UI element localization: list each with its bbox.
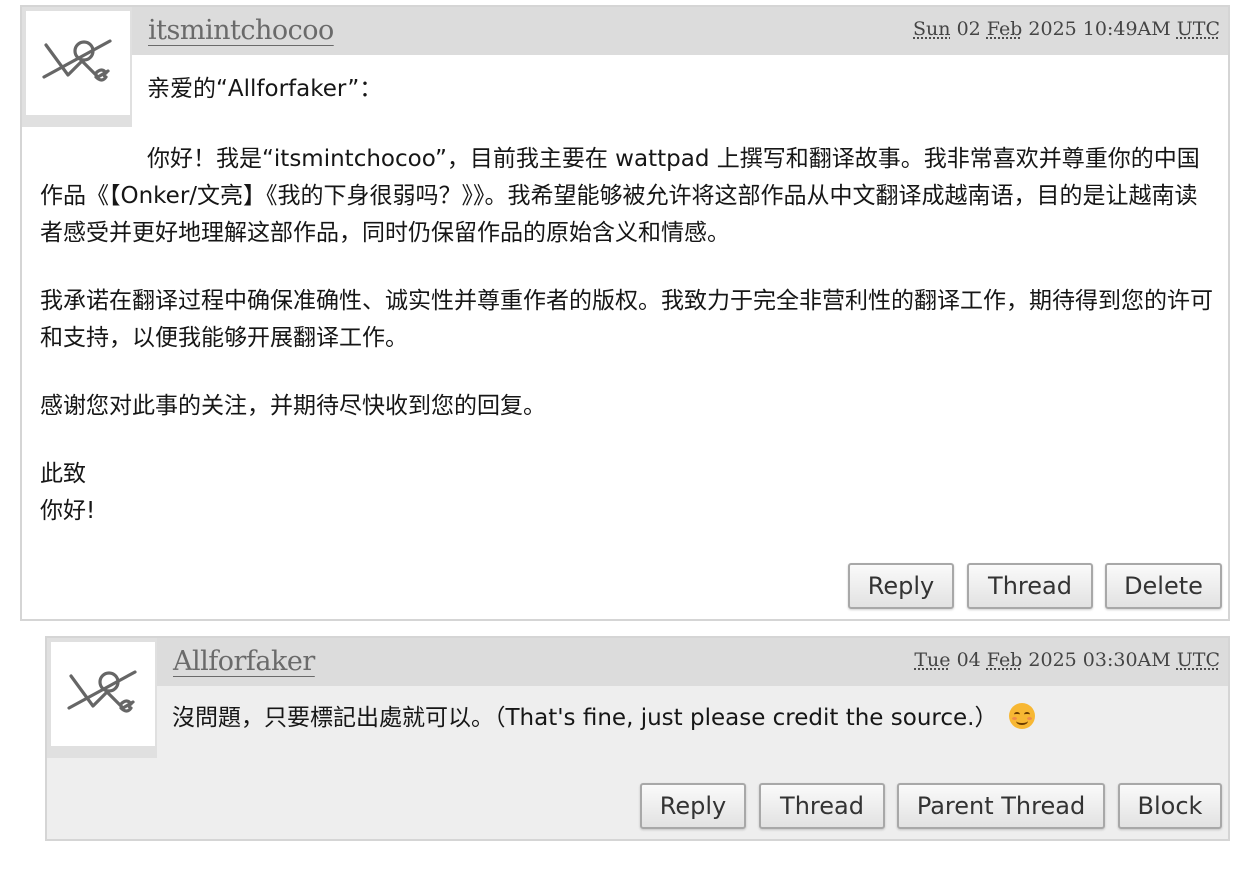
comment-datetime: Tue 04 Feb 2025 03:30AM UTC	[914, 649, 1220, 671]
comment-body: 沒問題，只要標記出處就可以。（That's fine, just please …	[172, 700, 1036, 737]
no-icon-glyph	[67, 670, 137, 713]
no-icon-glyph	[42, 39, 112, 82]
date-time: 2025 03:30AM	[1022, 649, 1177, 671]
date-day: 04	[950, 649, 987, 671]
comment-body: 你好！我是“itsmintchocoo”，目前我主要在 wattpad 上撰写和…	[40, 141, 1215, 530]
weekday-abbr: Tue	[914, 649, 951, 671]
username-link[interactable]: itsmintchocoo	[148, 15, 334, 46]
comment-itsmintchocoo: itsmintchocoo Sun 02 Feb 2025 10:49AM UT…	[20, 5, 1230, 621]
thread-button[interactable]: Thread	[967, 563, 1093, 609]
timezone-abbr: UTC	[1176, 649, 1220, 671]
month-abbr: Feb	[986, 649, 1023, 671]
default-avatar-icon	[26, 11, 130, 115]
comment-signoff: 你好!	[40, 498, 96, 524]
comment-header: itsmintchocoo Sun 02 Feb 2025 10:49AM UT…	[132, 7, 1228, 55]
thread-button[interactable]: Thread	[759, 783, 885, 829]
month-abbr: Feb	[986, 18, 1023, 40]
comment-greeting: 亲爱的“Allforfaker”：	[147, 76, 383, 102]
comment-message: 沒問題，只要標記出處就可以。（That's fine, just please …	[172, 705, 998, 731]
reply-button[interactable]: Reply	[848, 563, 954, 609]
comment-allforfaker: Allforfaker Tue 04 Feb 2025 03:30AM UTC …	[45, 636, 1230, 841]
date-day: 02	[950, 18, 987, 40]
comment-datetime: Sun 02 Feb 2025 10:49AM UTC	[913, 18, 1220, 40]
timezone-abbr: UTC	[1176, 18, 1220, 40]
block-button[interactable]: Block	[1118, 783, 1222, 829]
delete-button[interactable]: Delete	[1105, 563, 1222, 609]
username-link[interactable]: Allforfaker	[173, 646, 315, 677]
avatar[interactable]	[22, 7, 132, 127]
default-avatar-icon	[51, 642, 155, 746]
reply-button[interactable]: Reply	[640, 783, 746, 829]
avatar[interactable]	[47, 638, 157, 758]
parent-thread-button[interactable]: Parent Thread	[897, 783, 1105, 829]
date-time: 2025 10:49AM	[1022, 18, 1177, 40]
smiling-face-icon	[1009, 703, 1036, 729]
comment-header: Allforfaker Tue 04 Feb 2025 03:30AM UTC	[157, 638, 1228, 686]
comment-paragraph: 你好！我是“itsmintchocoo”，目前我主要在 wattpad 上撰写和…	[40, 146, 1200, 246]
comment-paragraph: 感谢您对此事的关注，并期待尽快收到您的回复。	[40, 393, 546, 419]
comment-closing: 此致	[40, 461, 86, 487]
comment-paragraph: 我承诺在翻译过程中确保准确性、诚实性并尊重作者的版权。我致力于完全非营利性的翻译…	[40, 288, 1213, 351]
weekday-abbr: Sun	[913, 18, 951, 40]
